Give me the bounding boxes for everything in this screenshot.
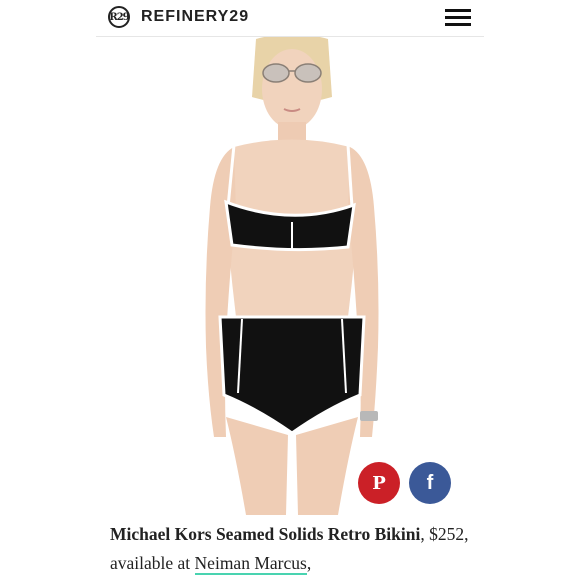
hamburger-menu-icon[interactable] — [445, 9, 471, 27]
pinterest-icon: P — [372, 472, 386, 494]
facebook-icon: f — [426, 471, 434, 494]
caption-trailing: , — [306, 553, 312, 573]
pinterest-share-button[interactable]: P — [358, 462, 400, 504]
model-illustration — [205, 37, 379, 515]
refinery29-logo-icon[interactable]: R29 — [108, 6, 130, 28]
product-photo — [96, 37, 484, 515]
site-header: R29 REFINERY29 — [96, 0, 484, 37]
retailer-link[interactable]: Neiman Marcus — [194, 553, 307, 575]
product-caption: Michael Kors Seamed Solids Retro Bikini,… — [110, 520, 480, 578]
facebook-share-button[interactable]: f — [409, 462, 451, 504]
site-logo-text[interactable]: REFINERY29 — [141, 8, 249, 26]
product-name: Michael Kors Seamed Solids Retro Bikini — [110, 524, 421, 544]
